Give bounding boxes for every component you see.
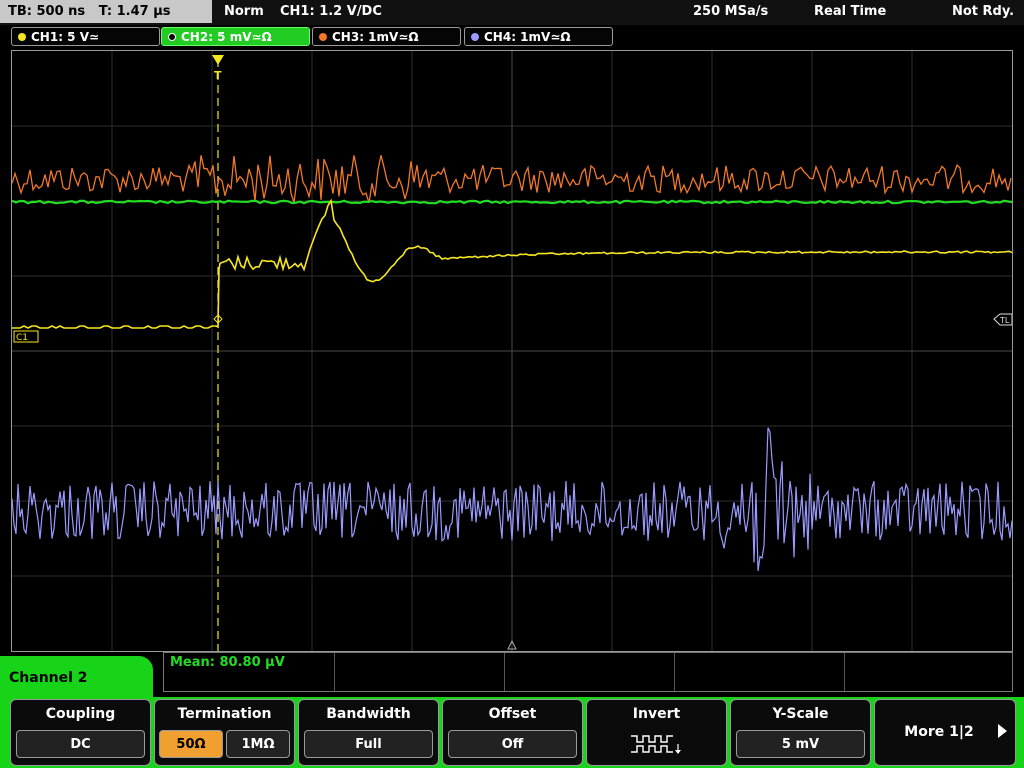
timebase-box[interactable]: TB: 500 ns T: 1.47 µs: [0, 0, 212, 23]
acquisition-mode: Real Time: [814, 4, 887, 19]
ch1-ground-label: C1: [16, 333, 28, 343]
channel-chip-ch3[interactable]: CH3: 1mV≃Ω: [312, 27, 461, 46]
offset-value: Off: [448, 730, 577, 758]
channel-chip-label: CH4: 1mV≃Ω: [484, 30, 571, 44]
coupling-value: DC: [16, 730, 145, 758]
bandwidth-label: Bandwidth: [326, 706, 411, 722]
coupling-button[interactable]: Coupling DC: [10, 699, 151, 766]
yscale-label: Y-Scale: [772, 706, 829, 722]
trigger-source[interactable]: CH1: 1.2 V/DC: [280, 0, 382, 23]
coupling-label: Coupling: [45, 706, 116, 722]
channel-chip-ch4[interactable]: CH4: 1mV≃Ω: [464, 27, 613, 46]
more-button[interactable]: More 1|2: [874, 699, 1016, 766]
sample-rate: 250 MSa/s: [693, 4, 769, 19]
arrow-right-icon: [998, 724, 1007, 738]
trigger-slope: /DC: [356, 4, 382, 19]
invert-label: Invert: [632, 706, 681, 722]
offset-button[interactable]: Offset Off: [442, 699, 583, 766]
timebase-value: TB: 500 ns: [8, 4, 86, 19]
waveform-display[interactable]: T C1 TL: [11, 50, 1013, 652]
ch3-dot-icon: [319, 33, 327, 41]
channel-chip-ch1[interactable]: CH1: 5 V≃: [11, 27, 160, 46]
trigger-position-label: T: [214, 69, 222, 82]
ch2-waveform: [12, 199, 1012, 205]
invert-waveform-icon: [631, 735, 681, 754]
offset-label: Offset: [488, 706, 537, 722]
trigger-position-icon[interactable]: [212, 55, 224, 65]
yscale-value: 5 mV: [736, 730, 865, 758]
trigger-mode[interactable]: Norm: [224, 0, 264, 23]
channel-chip-ch2[interactable]: CH2: 5 mV≃Ω: [161, 27, 310, 46]
channel-bar: CH1: 5 V≃ CH2: 5 mV≃Ω CH3: 1mV≃Ω CH4: 1m…: [0, 26, 1024, 48]
trigger-level-label: TL: [999, 316, 1010, 325]
measurement-divider: [334, 653, 335, 691]
ch4-dot-icon: [471, 33, 479, 41]
termination-button[interactable]: Termination 50Ω 1MΩ: [154, 699, 295, 766]
bandwidth-value: Full: [304, 730, 433, 758]
trigger-source-label: CH1: 1.2 V: [280, 4, 357, 19]
measurement-divider: [674, 653, 675, 691]
mean-measurement: Mean: 80.80 µV: [170, 655, 285, 670]
termination-50ohm-option[interactable]: 50Ω: [159, 730, 223, 758]
ch2-dot-icon: [168, 33, 176, 41]
measurement-bar: Mean: 80.80 µV: [163, 652, 1013, 692]
measurement-divider: [844, 653, 845, 691]
channel-chip-label: CH1: 5 V≃: [31, 30, 100, 44]
trigger-time-value: T: 1.47 µs: [98, 4, 171, 19]
status-bar: TB: 500 ns T: 1.47 µs Norm CH1: 1.2 V/DC…: [0, 0, 1024, 25]
invert-button[interactable]: Invert: [586, 699, 727, 766]
ch1-dot-icon: [18, 33, 26, 41]
yscale-button[interactable]: Y-Scale 5 mV: [730, 699, 871, 766]
termination-label: Termination: [177, 706, 272, 722]
menu-title-tab: Channel 2: [0, 656, 153, 701]
menu-title: Channel 2: [9, 670, 88, 686]
channel-chip-label: CH3: 1mV≃Ω: [332, 30, 419, 44]
waveform-canvas: T C1 TL: [12, 51, 1012, 651]
channel-chip-label: CH2: 5 mV≃Ω: [181, 30, 272, 44]
more-label: More 1|2: [904, 724, 974, 740]
graticule: [12, 51, 1012, 651]
termination-1mohm-option[interactable]: 1MΩ: [226, 730, 290, 758]
acquisition-status: Not Rdy.: [952, 4, 1015, 19]
bandwidth-button[interactable]: Bandwidth Full: [298, 699, 439, 766]
measurement-divider: [504, 653, 505, 691]
